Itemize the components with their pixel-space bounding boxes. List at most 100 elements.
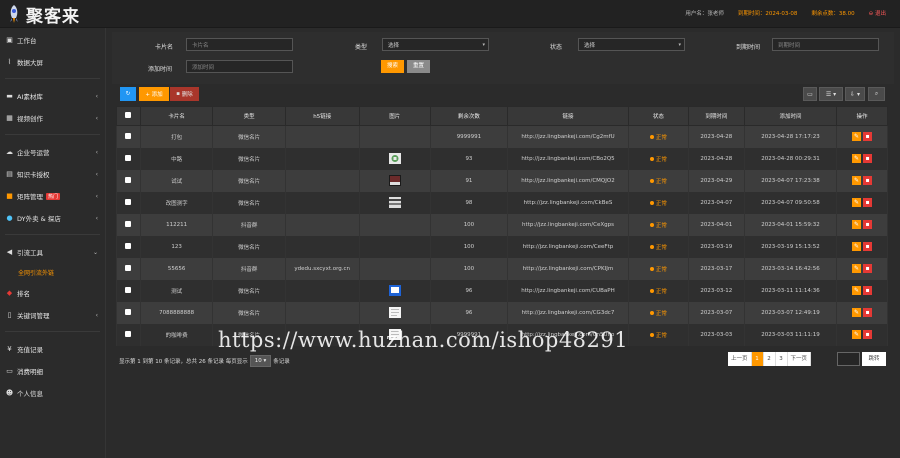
row-checkbox[interactable]: [116, 125, 141, 148]
jump-button[interactable]: 跳转: [862, 352, 886, 366]
sidebar-item-enterprise[interactable]: ☁ 企业号运营 ‹: [5, 145, 102, 159]
column-header[interactable]: 链接: [506, 106, 630, 126]
prev-page-button[interactable]: 上一页: [728, 352, 752, 366]
monitor-icon: ▣: [6, 36, 13, 44]
column-header[interactable]: 卡片名: [139, 106, 214, 126]
sidebar-item-keywords[interactable]: ▯ 关键词管理 ‹: [5, 308, 102, 322]
link-cell[interactable]: http://jzz.lingbankeji.com/CPKIJm: [506, 257, 630, 280]
link-cell[interactable]: http://jzz.lingbankeji.com/CBo2Q5: [506, 147, 630, 170]
link-cell[interactable]: http://jzz.lingbankeji.com/CeXgps: [506, 213, 630, 236]
status-select[interactable]: 选择 ▾: [578, 38, 685, 51]
columns-button[interactable]: ☰ ▾: [819, 87, 843, 101]
search-button[interactable]: 搜索: [381, 60, 404, 73]
sidebar-item-profile[interactable]: ☻ 个人信息: [5, 386, 102, 400]
add-button[interactable]: + 添加: [139, 87, 169, 101]
page-button[interactable]: 2: [763, 352, 776, 366]
column-header[interactable]: 剩余次数: [430, 106, 508, 126]
row-checkbox[interactable]: [116, 235, 141, 258]
chart-icon: ⌇: [7, 58, 12, 66]
sidebar-item-video[interactable]: ▦ 视频创作 ‹: [5, 111, 102, 125]
trash-icon[interactable]: ▪: [863, 220, 872, 229]
sidebar-item-recharge[interactable]: ¥ 充值记录: [5, 342, 102, 356]
edit-icon[interactable]: ✎: [852, 264, 861, 273]
edit-icon[interactable]: ✎: [852, 330, 861, 339]
sidebar-item-dashboard[interactable]: ▣ 工作台: [5, 33, 102, 47]
trash-icon[interactable]: ▪: [863, 176, 872, 185]
row-checkbox[interactable]: [116, 169, 141, 192]
column-header[interactable]: 添加时间: [743, 106, 838, 126]
sidebar-item-matrix[interactable]: ■ 矩阵管理 热门 ‹: [5, 189, 102, 203]
edit-icon[interactable]: ✎: [852, 198, 861, 207]
trash-icon[interactable]: ▪: [863, 286, 872, 295]
link-cell[interactable]: http://jzz.lingbankeji.com/CeeFtp: [506, 235, 630, 258]
column-header[interactable]: 到期时间: [687, 106, 745, 126]
trash-icon[interactable]: ▪: [863, 330, 872, 339]
link-cell[interactable]: http://jzz.lingbankeji.com/CG3dc7: [506, 301, 630, 324]
qr-thumbnail[interactable]: [388, 153, 401, 164]
edit-icon[interactable]: ✎: [852, 242, 861, 251]
column-header[interactable]: 类型: [212, 106, 286, 126]
link-cell[interactable]: http://jzz.lingbankeji.com/CkBeS: [506, 191, 630, 214]
row-checkbox[interactable]: [116, 323, 141, 346]
link-cell[interactable]: http://jzz.lingbankeji.com/CMQJO2: [506, 169, 630, 192]
grid-icon: ■: [6, 192, 13, 200]
row-checkbox[interactable]: [116, 279, 141, 302]
column-header[interactable]: h5链接: [284, 106, 360, 126]
edit-icon[interactable]: ✎: [852, 132, 861, 142]
edit-icon[interactable]: ✎: [852, 154, 861, 163]
sidebar-item-traffic-tools[interactable]: ◀ 引流工具 ⌄: [5, 245, 102, 259]
image-thumbnail[interactable]: [388, 285, 401, 296]
column-header[interactable]: 操作: [836, 106, 888, 126]
refresh-button[interactable]: ↻: [120, 87, 136, 101]
delete-button[interactable]: ▪ 删除: [170, 87, 199, 101]
trash-icon[interactable]: ▪: [863, 308, 872, 317]
sidebar-subitem-external-links[interactable]: 全网引流外链: [18, 268, 54, 277]
jump-page-input[interactable]: [837, 352, 860, 366]
edit-icon[interactable]: ✎: [852, 176, 861, 185]
photo-thumbnail[interactable]: [388, 175, 401, 186]
sidebar-item-ranking[interactable]: ◆ 排名: [5, 286, 102, 300]
row-checkbox[interactable]: [116, 147, 141, 170]
row-checkbox[interactable]: [116, 191, 141, 214]
next-page-button[interactable]: 下一页: [787, 352, 812, 366]
sidebar-item-data-screen[interactable]: ⌇ 数据大屏: [5, 55, 102, 69]
column-header[interactable]: 状态: [628, 106, 689, 126]
remaining-count-cell: 100: [430, 257, 508, 280]
sidebar-item-consumption[interactable]: ▭ 消费明细: [5, 364, 102, 378]
trash-icon[interactable]: ▪: [863, 264, 872, 273]
add-time-input[interactable]: 添加时间: [186, 60, 293, 73]
document-thumbnail[interactable]: [388, 307, 401, 318]
sidebar-item-dy-takeout[interactable]: ● DY外卖 & 探店 ‹: [5, 211, 102, 225]
remaining-count-cell: 93: [430, 147, 508, 170]
page-size-select[interactable]: 10 ▾: [249, 355, 272, 367]
link-cell[interactable]: http://jzz.lingbankeji.com/Cg2mfU: [506, 125, 630, 148]
toggle-view-button[interactable]: ▭: [803, 87, 817, 101]
link-cell[interactable]: http://jzz.lingbankeji.com/CUBaPH: [506, 279, 630, 302]
row-checkbox[interactable]: [116, 257, 141, 280]
sidebar-item-ai-library[interactable]: ▬ AI素材库 ‹: [5, 89, 102, 103]
expire-time-input[interactable]: 到期时间: [772, 38, 879, 51]
column-header[interactable]: 图片: [358, 106, 432, 126]
card-name-input[interactable]: 卡片名: [186, 38, 293, 51]
screenshot-thumbnail[interactable]: [388, 197, 401, 208]
export-button[interactable]: ⇩ ▾: [845, 87, 865, 101]
row-checkbox[interactable]: [116, 213, 141, 236]
edit-icon[interactable]: ✎: [852, 308, 861, 317]
edit-icon[interactable]: ✎: [852, 286, 861, 295]
trash-icon[interactable]: ▪: [863, 132, 872, 142]
sidebar-item-knowledge-card[interactable]: ▤ 知识卡授权 ‹: [5, 167, 102, 181]
page-button[interactable]: 3: [775, 352, 788, 366]
trash-icon[interactable]: ▪: [863, 154, 872, 163]
logout-link[interactable]: ⊖ 退出: [869, 9, 886, 17]
trash-icon[interactable]: ▪: [863, 242, 872, 251]
row-checkbox[interactable]: [116, 301, 141, 324]
page-button[interactable]: 1: [751, 352, 764, 366]
trash-icon[interactable]: ▪: [863, 198, 872, 207]
logo[interactable]: 聚客来: [6, 3, 80, 27]
type-select[interactable]: 选择 ▾: [382, 38, 489, 51]
search-toggle-button[interactable]: ⌕: [868, 87, 885, 101]
select-all-checkbox[interactable]: [116, 106, 141, 126]
add-time-label: 添加时间: [148, 66, 173, 73]
edit-icon[interactable]: ✎: [852, 220, 861, 229]
reset-button[interactable]: 重置: [407, 60, 430, 73]
